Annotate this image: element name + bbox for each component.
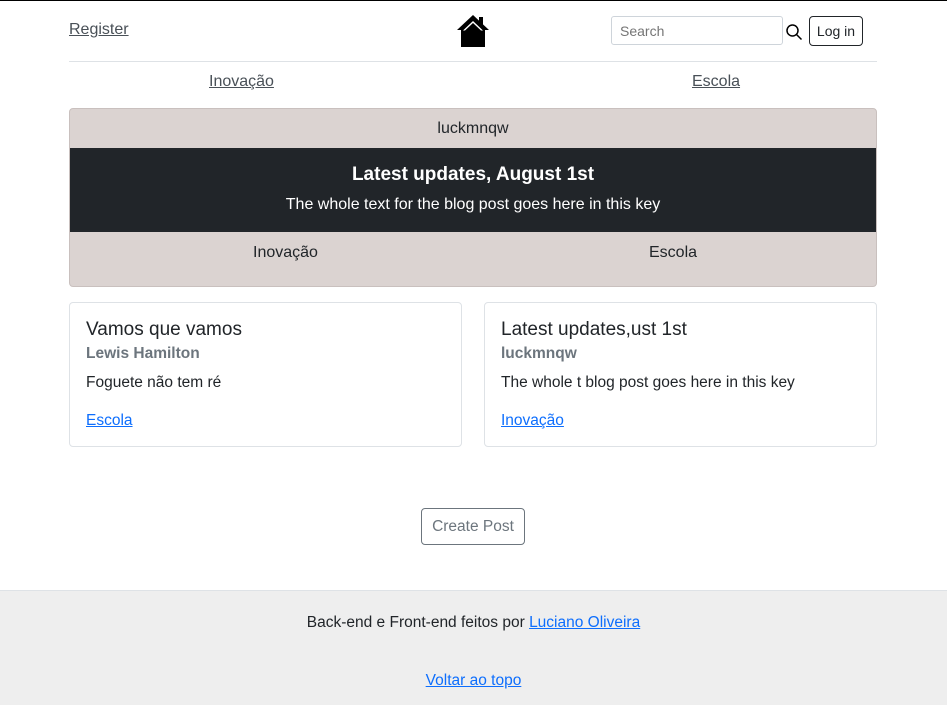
post-category-link[interactable]: Inovação [501, 412, 564, 430]
footer-credits: Back-end e Front-end feitos por Luciano … [0, 614, 947, 632]
search-input[interactable] [611, 16, 783, 45]
featured-title: Latest updates, August 1st [351, 164, 595, 185]
post-text: The whole t blog post goes here in this … [501, 374, 795, 391]
post-title: Latest updates,ust 1st [501, 319, 687, 340]
featured-category-escola: Escola [649, 244, 698, 261]
category-nav: Inovação Escola [69, 63, 877, 101]
post-category-link[interactable]: Escola [86, 412, 133, 430]
post-title: Vamos que vamos [86, 319, 242, 340]
author-link[interactable]: Luciano Oliveira [529, 614, 640, 631]
featured-text: The whole text for the blog post goes he… [285, 196, 661, 213]
nav-item-inovacao[interactable]: Inovação [209, 73, 274, 91]
site-header: Register Log in [69, 1, 877, 62]
featured-author: luckmnqw [437, 120, 509, 137]
back-to-top: Voltar ao topo [0, 672, 947, 690]
post-author: luckmnqw [501, 345, 577, 362]
footer-credits-text: Back-end e Front-end feitos por [306, 614, 525, 631]
post-card: Latest updates,ust 1st luckmnqw The whol… [484, 302, 877, 447]
house-icon[interactable] [455, 13, 491, 49]
magnifier-icon[interactable] [785, 23, 803, 41]
featured-post: luckmnqw Latest updates, August 1st The … [69, 108, 877, 287]
featured-category-inovacao: Inovação [253, 244, 318, 261]
back-to-top-link[interactable]: Voltar ao topo [426, 672, 522, 689]
register-link[interactable]: Register [69, 21, 129, 39]
create-post-button[interactable]: Create Post [421, 508, 525, 545]
site-footer: Back-end e Front-end feitos por Luciano … [0, 590, 947, 705]
post-text: Foguete não tem ré [86, 374, 222, 391]
nav-item-escola[interactable]: Escola [692, 73, 740, 91]
featured-banner: Latest updates, August 1st The whole tex… [70, 148, 876, 232]
post-card: Vamos que vamos Lewis Hamilton Foguete n… [69, 302, 462, 447]
post-author: Lewis Hamilton [86, 345, 200, 362]
login-button[interactable]: Log in [809, 16, 863, 46]
